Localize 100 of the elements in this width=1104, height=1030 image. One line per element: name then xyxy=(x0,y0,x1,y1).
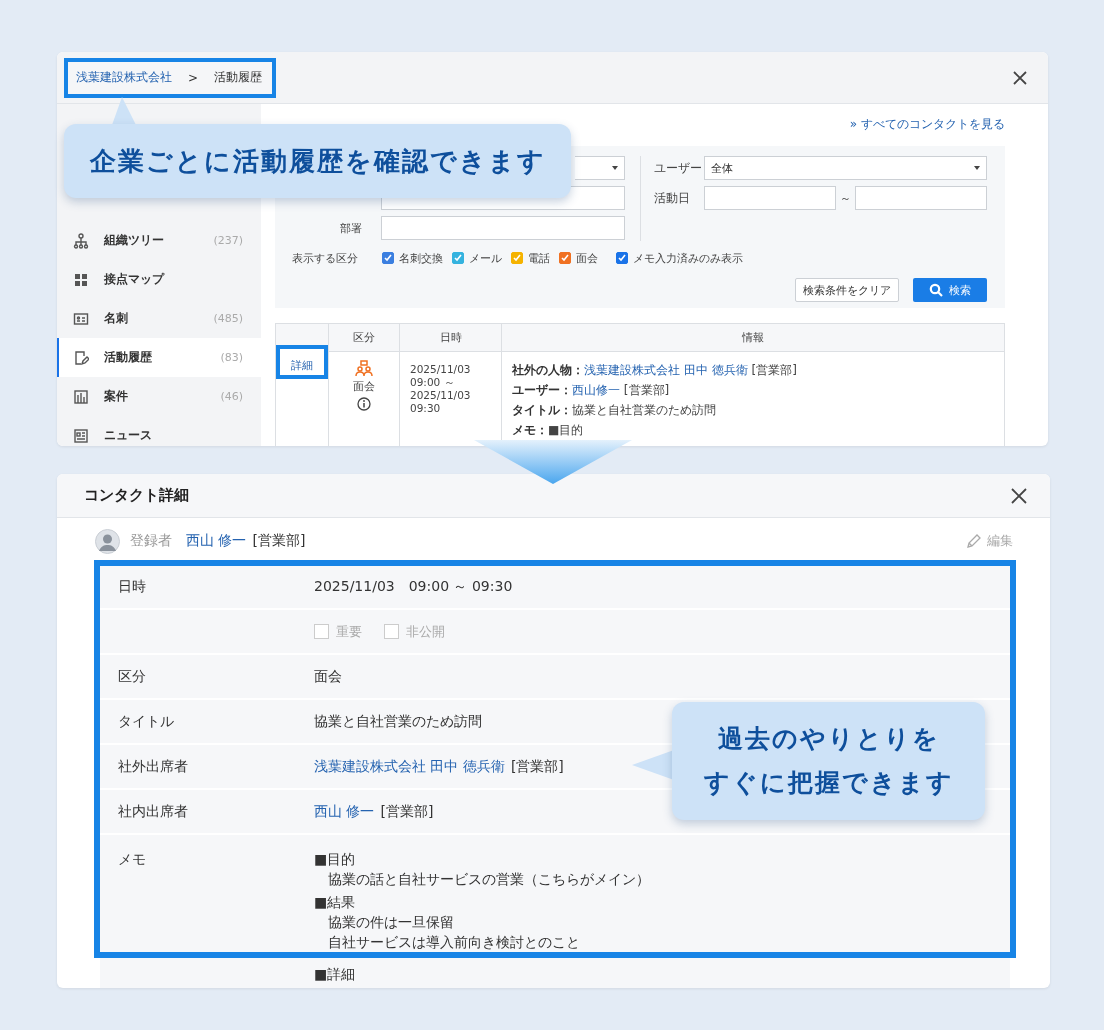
info-label: 社外の人物： xyxy=(512,363,584,377)
search-icon xyxy=(929,283,943,297)
field-label: 部署 xyxy=(339,220,363,236)
close-icon[interactable] xyxy=(1010,486,1028,505)
category-checkbox[interactable]: 面会 xyxy=(559,250,598,266)
sidebar-item-label: 案件 xyxy=(104,388,128,405)
category-text: 面会 xyxy=(353,380,375,394)
field-label: 表示する区分 xyxy=(292,250,359,266)
field-value: 面会 xyxy=(314,667,342,686)
id-card-icon xyxy=(73,310,89,327)
window-title: コンタクト詳細 xyxy=(84,486,189,505)
info-label: ユーザー： xyxy=(512,383,572,397)
column-header: 情報 xyxy=(501,324,1004,352)
field-label: 活動日 xyxy=(654,189,691,207)
person-link[interactable]: 西山 修一 xyxy=(314,802,375,821)
close-icon[interactable] xyxy=(1012,69,1028,86)
person-link[interactable]: 浅葉建設株式会社 田中 徳兵衛 xyxy=(584,363,748,377)
sidebar-item[interactable]: 組織ツリー (237) xyxy=(57,221,261,260)
callout-text: 過去のやりとりを xyxy=(717,723,940,755)
sidebar-item-label: 接点マップ xyxy=(104,271,164,288)
department-text: [営業部] xyxy=(622,383,670,397)
bar-chart-icon xyxy=(73,388,89,405)
registrant-label: 登録者 xyxy=(130,532,172,550)
item-count: (237) xyxy=(213,234,243,247)
memo-line: 自社サービスは導入前向き検討とのこと xyxy=(327,933,581,952)
person-link[interactable]: 浅葉建設株式会社 田中 徳兵衛 xyxy=(314,757,505,776)
clear-button[interactable]: 検索条件をクリア xyxy=(795,278,899,302)
field-value: 協業と自社営業のため訪問 xyxy=(314,712,482,731)
field-label: 社内出席者 xyxy=(117,802,189,821)
detail-link[interactable]: 詳細 xyxy=(276,345,328,379)
select-field[interactable] xyxy=(575,156,625,180)
item-count: (83) xyxy=(220,351,243,364)
field-label: 社外出席者 xyxy=(117,757,189,776)
date-from-field[interactable] xyxy=(704,186,836,210)
registrant-link[interactable]: 西山 修一 xyxy=(186,532,247,550)
datetime-text: 2025/11/03 xyxy=(410,389,472,402)
breadcrumb-separator: > xyxy=(188,70,199,85)
field-label: メモ xyxy=(117,850,147,869)
datetime-text: 09:30 xyxy=(410,402,442,415)
category-checkbox[interactable]: メール xyxy=(452,250,502,266)
grid-icon xyxy=(73,271,89,288)
caret-icon xyxy=(974,166,980,170)
info-text: ■目的 xyxy=(548,423,584,437)
sidebar-item[interactable]: ニュース xyxy=(57,416,261,446)
person-link[interactable]: 西山修一 xyxy=(572,383,620,397)
newspaper-icon xyxy=(73,427,89,444)
field-value: 2025/11/03 09:00 ～ 09:30 xyxy=(314,578,513,596)
datetime-text: 2025/11/03 xyxy=(410,363,472,376)
memo-line: ■詳細 xyxy=(314,965,357,984)
category-checkbox[interactable]: 名刺交換 xyxy=(382,250,443,266)
department-text: [営業部] xyxy=(750,363,797,377)
document-pencil-icon xyxy=(73,349,89,366)
breadcrumb-current: 活動履歴 xyxy=(214,69,263,86)
check-icon xyxy=(383,253,393,263)
search-button[interactable]: 検索 xyxy=(913,278,987,302)
sidebar-item[interactable]: 案件 (46) xyxy=(57,377,261,416)
department-text: [営業部] xyxy=(510,757,564,776)
check-icon xyxy=(453,253,463,263)
callout-text: 企業ごとに活動履歴を確認できます xyxy=(89,145,546,178)
info-text: 協業と自社営業のため訪問 xyxy=(572,403,716,417)
sidebar-item-label: ニュース xyxy=(104,427,152,444)
sidebar-item-label: 組織ツリー xyxy=(104,232,164,249)
memo-line: 協業の件は一旦保留 xyxy=(327,913,455,932)
pencil-icon xyxy=(966,533,982,549)
sidebar-item[interactable]: 名刺 (485) xyxy=(57,299,261,338)
breadcrumb-link[interactable]: 浅葉建設株式会社 xyxy=(76,69,172,86)
check-icon xyxy=(512,253,522,263)
user-select[interactable]: 全体 xyxy=(704,156,987,180)
people-icon xyxy=(355,360,373,378)
field-label: 日時 xyxy=(117,578,147,596)
check-icon xyxy=(560,253,570,263)
org-tree-icon xyxy=(73,232,89,249)
range-separator: ～ xyxy=(839,190,852,206)
callout-text: すぐに把握できます xyxy=(703,767,954,799)
sidebar-item[interactable]: 活動履歴 (83) xyxy=(57,338,261,377)
category-checkbox[interactable]: 電話 xyxy=(511,250,550,266)
field-label: 区分 xyxy=(117,667,147,686)
column-header: 区分 xyxy=(328,324,399,352)
check-icon xyxy=(617,253,627,263)
memo-line: ■結果 xyxy=(314,893,357,912)
item-count: (485) xyxy=(213,312,243,325)
info-label: メモ： xyxy=(512,423,548,437)
all-contacts-link[interactable]: » すべてのコンタクトを見る xyxy=(849,116,1005,133)
department-text: [営業部] xyxy=(380,802,434,821)
item-count: (46) xyxy=(220,390,243,403)
datetime-text: 09:00 ～ xyxy=(410,376,456,389)
field-label: ユーザー xyxy=(654,159,703,177)
department-field[interactable] xyxy=(381,216,625,240)
column-header: 日時 xyxy=(399,324,501,352)
field-label: タイトル xyxy=(117,712,175,731)
date-to-field[interactable] xyxy=(855,186,987,210)
avatar xyxy=(95,528,120,554)
info-icon xyxy=(357,397,371,411)
department-text: [営業部] xyxy=(252,532,306,550)
category-checkbox[interactable]: メモ入力済みのみ表示 xyxy=(616,250,743,266)
sidebar-item-label: 名刺 xyxy=(104,310,128,327)
sidebar-item-label: 活動履歴 xyxy=(104,349,152,366)
memo-line: ■目的 xyxy=(314,850,357,869)
caret-icon xyxy=(612,166,618,170)
sidebar-item[interactable]: 接点マップ xyxy=(57,260,261,299)
